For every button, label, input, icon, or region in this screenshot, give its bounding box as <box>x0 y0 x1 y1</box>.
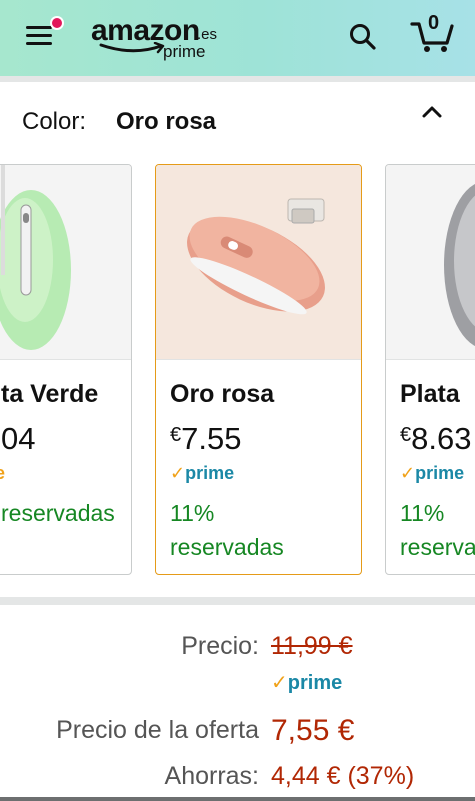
section-divider <box>0 76 475 82</box>
swatch-price: 04 <box>1 421 36 456</box>
swatch-availability: 11% reserva <box>400 500 475 560</box>
cart-count: 0 <box>428 12 440 34</box>
color-swatch-plata-verde[interactable]: ta Verde 04 e reservadas <box>0 164 132 575</box>
chevron-up-icon <box>422 106 442 118</box>
collapse-button[interactable] <box>420 100 444 122</box>
home-indicator <box>0 797 475 801</box>
swatch-price: €8.63 <box>400 421 472 456</box>
smile-arrow-icon <box>99 42 165 54</box>
swatch-price: €7.55 <box>170 421 242 456</box>
app-header: amazon .es prime 0 <box>0 0 475 76</box>
list-price: 11,99 € <box>271 632 353 660</box>
product-image <box>386 165 475 360</box>
swatch-availability: reservadas <box>1 500 115 526</box>
search-icon[interactable] <box>348 22 378 52</box>
product-image <box>0 165 131 360</box>
color-swatch-oro-rosa[interactable]: Oro rosa €7.55 ✓prime 11% reservadas <box>155 164 362 575</box>
notification-dot <box>50 16 64 30</box>
swatch-name: Plata <box>400 380 460 408</box>
deal-price-label: Precio de la oferta <box>56 716 259 744</box>
list-price-label: Precio: <box>181 632 259 660</box>
logo-prime: prime <box>163 42 206 61</box>
savings-label: Ahorras: <box>164 762 259 790</box>
menu-icon[interactable] <box>26 24 54 46</box>
amazon-prime-logo[interactable]: amazon .es prime <box>91 14 221 61</box>
prime-badge: ✓prime <box>271 672 343 694</box>
swatch-name: ta Verde <box>1 380 99 408</box>
logo-domain: .es <box>197 26 218 43</box>
swatch-prime-badge: e <box>0 463 5 484</box>
selected-color-value: Oro rosa <box>116 108 217 135</box>
swatch-availability: 11% reservadas <box>170 500 284 560</box>
swatch-prime-badge: ✓prime <box>170 463 235 483</box>
color-swatch-plata[interactable]: Plata €8.63 ✓prime 11% reserva <box>385 164 475 575</box>
cart-button[interactable]: 0 <box>410 12 456 54</box>
color-label: Color: <box>22 108 87 135</box>
deal-price: 7,55 € <box>271 714 355 747</box>
swatch-prime-badge: ✓prime <box>400 463 465 483</box>
section-divider <box>0 597 475 605</box>
swatch-name: Oro rosa <box>170 380 275 408</box>
product-image <box>156 165 361 360</box>
savings-value: 4,44 € (37%) <box>271 762 415 790</box>
